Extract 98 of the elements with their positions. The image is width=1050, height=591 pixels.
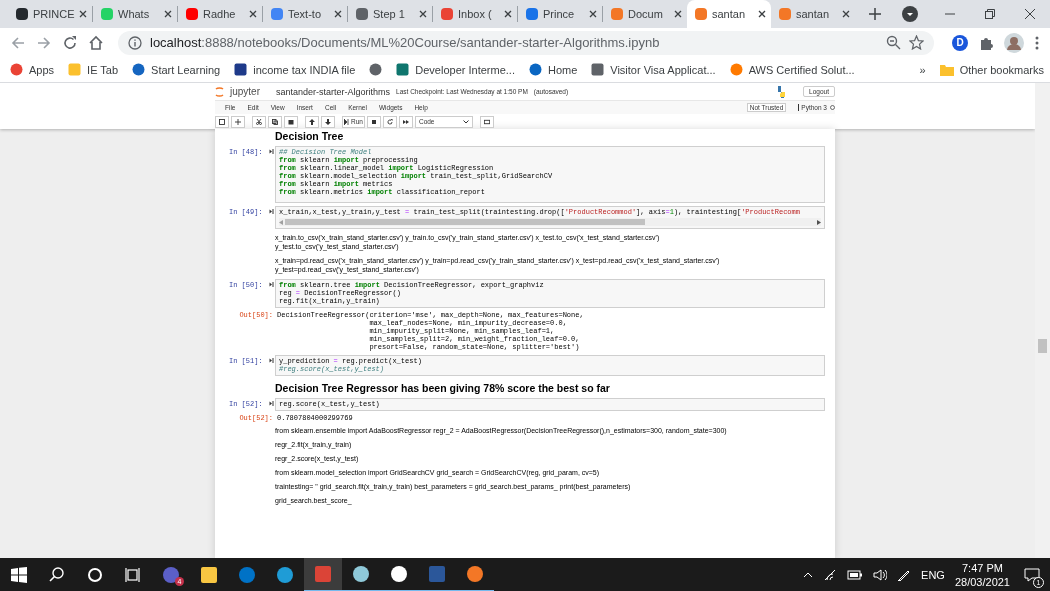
battery-icon[interactable]: [847, 570, 864, 580]
paste-icon: [288, 118, 294, 125]
section-heading: Decision Tree: [275, 130, 345, 142]
bookmark[interactable]: Visitor Visa Applicat...: [591, 63, 716, 76]
pen-icon[interactable]: [897, 568, 912, 582]
horizontal-scrollbar[interactable]: [279, 218, 821, 226]
chevron-icon: [462, 119, 469, 124]
close-icon[interactable]: [249, 10, 257, 18]
step-icon: [344, 118, 349, 125]
browser-tab[interactable]: PRINCE: [8, 0, 92, 28]
bookmark[interactable]: income tax INDIA file: [234, 63, 356, 76]
close-icon[interactable]: [504, 10, 512, 18]
run-cell-icon[interactable]: [269, 401, 274, 406]
bookmark[interactable]: Start Learning: [132, 63, 221, 76]
folder-icon: [939, 63, 954, 76]
close-icon[interactable]: [79, 10, 87, 18]
restore-icon[interactable]: [985, 9, 995, 19]
move-down-button[interactable]: [321, 115, 335, 128]
close-icon[interactable]: [674, 10, 682, 18]
keyboard-button[interactable]: [479, 115, 494, 128]
copy-icon: [272, 118, 278, 125]
scroll-right-icon[interactable]: [817, 219, 821, 225]
run-cell-icon[interactable]: [269, 209, 274, 214]
reload-icon[interactable]: [62, 34, 78, 51]
clock-time[interactable]: 7:47 PM: [954, 561, 1010, 575]
cut-button[interactable]: [252, 115, 266, 128]
clock-date[interactable]: 28/03/2021: [954, 575, 1010, 589]
close-icon[interactable]: [1025, 9, 1035, 19]
zoom-icon[interactable]: [886, 35, 901, 50]
notebook-title[interactable]: santander-starter-Algorithms: [276, 86, 391, 97]
run-cell-icon[interactable]: [269, 358, 274, 363]
jupyter-logo-icon: [215, 85, 224, 98]
notification-icon[interactable]: [1024, 568, 1040, 582]
save-button[interactable]: [215, 115, 229, 128]
chevron-up-icon[interactable]: [803, 572, 814, 578]
bookmark[interactable]: Developer Interme...: [396, 63, 515, 76]
move-down-icon: [325, 118, 331, 125]
browser-tab[interactable]: santan: [771, 0, 855, 28]
scrollbar-thumb[interactable]: [285, 219, 645, 225]
language-indicator[interactable]: ENG: [921, 569, 945, 581]
bookmark[interactable]: Home: [528, 63, 578, 76]
bookmark[interactable]: IE Tab: [68, 63, 119, 76]
url-text: localhost:8888/notebooks/Documents/ML%20Course/santander-starter-Algorithms.ipynb: [150, 35, 661, 50]
home-icon[interactable]: [88, 34, 104, 51]
forward-icon[interactable]: [36, 34, 52, 51]
browser-tab[interactable]: Step 1: [348, 0, 432, 28]
stop-button[interactable]: [366, 115, 381, 128]
fast-forward-button[interactable]: [398, 115, 413, 128]
star-icon[interactable]: [909, 35, 924, 50]
more-bookmarks-button[interactable]: »: [919, 63, 926, 76]
move-up-icon: [309, 118, 315, 125]
avatar-icon[interactable]: [1004, 32, 1024, 53]
extension-button[interactable]: D: [952, 34, 968, 51]
run-cell-icon[interactable]: [269, 282, 274, 287]
bookmark[interactable]: AWS Certified Solut...: [729, 63, 855, 76]
bookmark[interactable]: Apps: [10, 63, 55, 76]
browser-tab[interactable]: Text-to: [263, 0, 347, 28]
browser-tab[interactable]: Inbox (: [433, 0, 517, 28]
close-icon[interactable]: [589, 10, 597, 18]
cut-icon: [256, 118, 262, 125]
scrollbar-thumb[interactable]: [1038, 339, 1047, 353]
windows-start-icon[interactable]: [10, 566, 28, 584]
keyboard-icon: [483, 118, 490, 125]
run-cell-icon[interactable]: [269, 149, 274, 154]
volume-icon[interactable]: [873, 569, 888, 581]
info-icon[interactable]: [128, 35, 142, 50]
browser-tab[interactable]: Whats: [93, 0, 177, 28]
browser-tab[interactable]: santan: [687, 0, 771, 28]
browser-tab[interactable]: Docum: [603, 0, 687, 28]
restart-icon: [386, 118, 393, 125]
close-icon[interactable]: [758, 10, 766, 18]
close-icon[interactable]: [334, 10, 342, 18]
stop-icon: [370, 118, 377, 125]
fast-forward-icon: [402, 118, 409, 125]
dropdown-icon[interactable]: [902, 6, 918, 22]
copy-button[interactable]: [268, 115, 282, 128]
move-up-button[interactable]: [305, 115, 319, 128]
menu-icon[interactable]: [1034, 34, 1040, 51]
browser-tab[interactable]: Prince: [518, 0, 602, 28]
circle-icon[interactable]: [86, 566, 104, 584]
task-view-icon[interactable]: [124, 566, 142, 584]
section-heading: Decision Tree Regressor has been giving 78% score the best so far: [275, 382, 611, 394]
code-cell[interactable]: [275, 146, 825, 203]
close-icon[interactable]: [419, 10, 427, 18]
back-icon[interactable]: [10, 34, 26, 51]
kernel-status-icon: [830, 105, 835, 110]
paste-button[interactable]: [284, 115, 298, 128]
other-bookmarks[interactable]: Other bookmarks: [939, 63, 1044, 76]
add-icon: [235, 118, 241, 125]
close-icon[interactable]: [164, 10, 172, 18]
save-icon: [219, 118, 225, 125]
browser-tab[interactable]: Radhe: [178, 0, 262, 28]
logo-text: jupyter: [230, 86, 260, 97]
close-icon[interactable]: [842, 10, 850, 18]
new-tab-icon[interactable]: [869, 8, 881, 20]
search-icon[interactable]: [48, 566, 66, 584]
address-bar[interactable]: localhost:8888/notebooks/Documents/ML%20Course/santander-starter-Algorithms.ipynb: [118, 30, 934, 55]
restart-button[interactable]: [382, 115, 397, 128]
